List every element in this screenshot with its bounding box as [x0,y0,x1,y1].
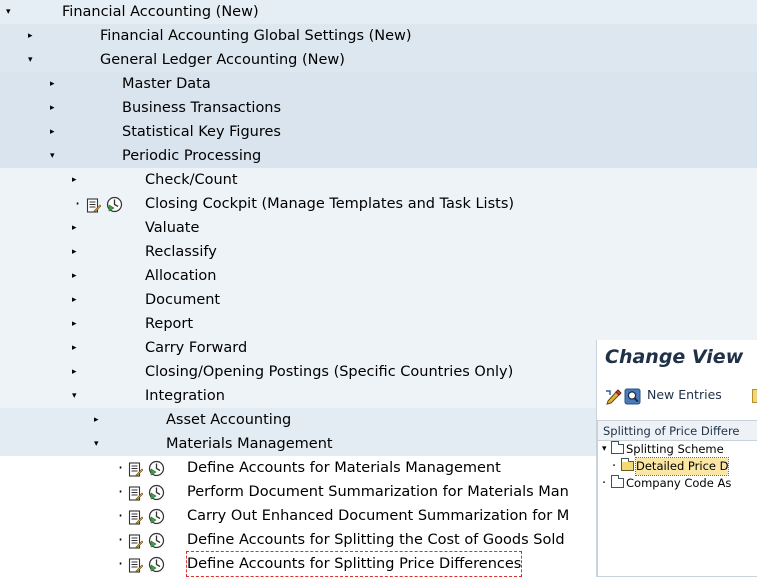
expand-icon[interactable]: ▸ [50,120,55,144]
tree-row[interactable]: ▸ Master Data [0,72,757,96]
expand-icon[interactable]: ▸ [72,264,77,288]
tree-node-label[interactable]: Statistical Key Figures [122,120,281,144]
collapse-icon[interactable]: ▾ [50,144,55,168]
tree-node-label[interactable]: Financial Accounting Global Settings (Ne… [100,24,412,48]
dialog-structure-label[interactable]: Detailed Price D [634,457,730,476]
expand-icon[interactable]: ▸ [50,96,55,120]
panel-title: Change View [605,346,744,368]
tree-node-label[interactable]: Business Transactions [122,96,281,120]
documentation-icon[interactable] [128,485,144,501]
leaf-bullet-icon: · [118,482,124,501]
change-display-icon[interactable] [605,388,622,405]
leaf-bullet-icon: · [118,554,124,573]
expand-icon[interactable]: ▸ [72,240,77,264]
tree-row[interactable]: ▸ Report [0,312,757,336]
leaf-bullet-icon: · [612,459,617,474]
tree-row[interactable]: ▾ General Ledger Accounting (New) [0,48,757,72]
documentation-icon[interactable] [128,461,144,477]
tree-node-label[interactable]: Define Accounts for Splitting the Cost o… [187,528,565,552]
expand-icon[interactable]: ▸ [50,72,55,96]
tree-node-label[interactable]: Carry Out Enhanced Document Summarizatio… [187,504,569,528]
tree-row[interactable]: ▸ Document [0,288,757,312]
collapse-icon: ▾ [602,444,607,454]
execute-activity-icon[interactable] [148,508,165,525]
dialog-structure-row[interactable]: · Company Code As [598,475,757,492]
leaf-bullet-icon: · [118,506,124,525]
tree-node-label[interactable]: Asset Accounting [166,408,291,432]
leaf-bullet-icon: · [118,458,124,477]
dialog-structure-tree: Splitting of Price Differe ▾ Splitting Sc… [597,420,757,577]
documentation-icon[interactable] [128,533,144,549]
tree-row[interactable]: ▾ Financial Accounting (New) [0,0,757,24]
execute-activity-icon[interactable] [148,556,165,573]
tree-row[interactable]: ▸ Financial Accounting Global Settings (N… [0,24,757,48]
collapse-icon[interactable]: ▾ [94,432,99,456]
copy-icon[interactable] [752,389,757,403]
tree-row[interactable]: ▸ Valuate [0,216,757,240]
new-entries-button[interactable]: New Entries [647,387,722,402]
tree-row[interactable]: ▸ Check/Count [0,168,757,192]
documentation-icon[interactable] [128,557,144,573]
dialog-structure-row[interactable]: ▾ Splitting Scheme [598,441,757,458]
expand-icon[interactable]: ▸ [72,216,77,240]
change-view-panel: Change View New Entries Splitting of Pri… [596,340,757,577]
execute-activity-icon[interactable] [148,460,165,477]
dialog-structure-label[interactable]: Company Code As [626,475,731,492]
tree-node-label[interactable]: Materials Management [166,432,333,456]
folder-open-icon [621,458,634,471]
folder-icon [611,475,624,488]
tree-node-label[interactable]: Closing/Opening Postings (Specific Count… [145,360,513,384]
execute-activity-icon[interactable] [148,532,165,549]
expand-icon[interactable]: ▸ [72,336,77,360]
expand-icon[interactable]: ▸ [28,24,33,48]
dialog-structure-header: Splitting of Price Differe [598,421,757,441]
tree-node-label[interactable]: Integration [145,384,225,408]
documentation-icon[interactable] [128,509,144,525]
execute-activity-icon[interactable] [148,484,165,501]
find-icon[interactable] [624,388,641,405]
expand-icon[interactable]: ▸ [72,360,77,384]
tree-node-label[interactable]: Reclassify [145,240,217,264]
expand-icon[interactable]: ▸ [72,288,77,312]
leaf-bullet-icon: · [75,194,81,213]
collapse-icon[interactable]: ▾ [6,0,11,24]
tree-node-label[interactable]: Master Data [122,72,211,96]
expand-icon[interactable]: ▸ [94,408,99,432]
execute-activity-icon[interactable] [106,196,123,213]
collapse-icon[interactable]: ▾ [28,48,33,72]
tree-node-label[interactable]: Check/Count [145,168,238,192]
tree-node-label[interactable]: Report [145,312,193,336]
tree-node-label[interactable]: Allocation [145,264,216,288]
tree-node-label[interactable]: Valuate [145,216,199,240]
tree-node-label[interactable]: Perform Document Summarization for Mater… [187,480,569,504]
tree-row[interactable]: ▸ Business Transactions [0,96,757,120]
tree-node-label[interactable]: General Ledger Accounting (New) [100,48,345,72]
tree-node-label[interactable]: Financial Accounting (New) [62,0,259,24]
tree-node-label[interactable]: Document [145,288,220,312]
tree-node-label[interactable]: Closing Cockpit (Manage Templates and Ta… [145,192,514,216]
tree-row[interactable]: ▸ Reclassify [0,240,757,264]
tree-row[interactable]: ▾ Periodic Processing [0,144,757,168]
tree-row[interactable]: ▸ Statistical Key Figures [0,120,757,144]
dialog-structure-label[interactable]: Splitting Scheme [626,441,724,458]
folder-icon [611,441,624,454]
tree-node-label[interactable]: Carry Forward [145,336,247,360]
expand-icon[interactable]: ▸ [72,168,77,192]
leaf-bullet-icon: · [602,476,607,491]
tree-row[interactable]: · Closing Cockpit (Manage Templates and T… [0,192,757,216]
tree-row[interactable]: ▸ Allocation [0,264,757,288]
dialog-structure-row[interactable]: · Detailed Price D [598,457,757,476]
tree-node-label[interactable]: Define Accounts for Materials Management [187,456,501,480]
collapse-icon[interactable]: ▾ [72,384,77,408]
panel-toolbar: New Entries [597,382,757,412]
tree-node-label[interactable]: Periodic Processing [122,144,261,168]
expand-icon[interactable]: ▸ [72,312,77,336]
tree-node-label[interactable]: Define Accounts for Splitting Price Diff… [185,551,523,577]
leaf-bullet-icon: · [118,530,124,549]
documentation-icon[interactable] [86,197,102,213]
